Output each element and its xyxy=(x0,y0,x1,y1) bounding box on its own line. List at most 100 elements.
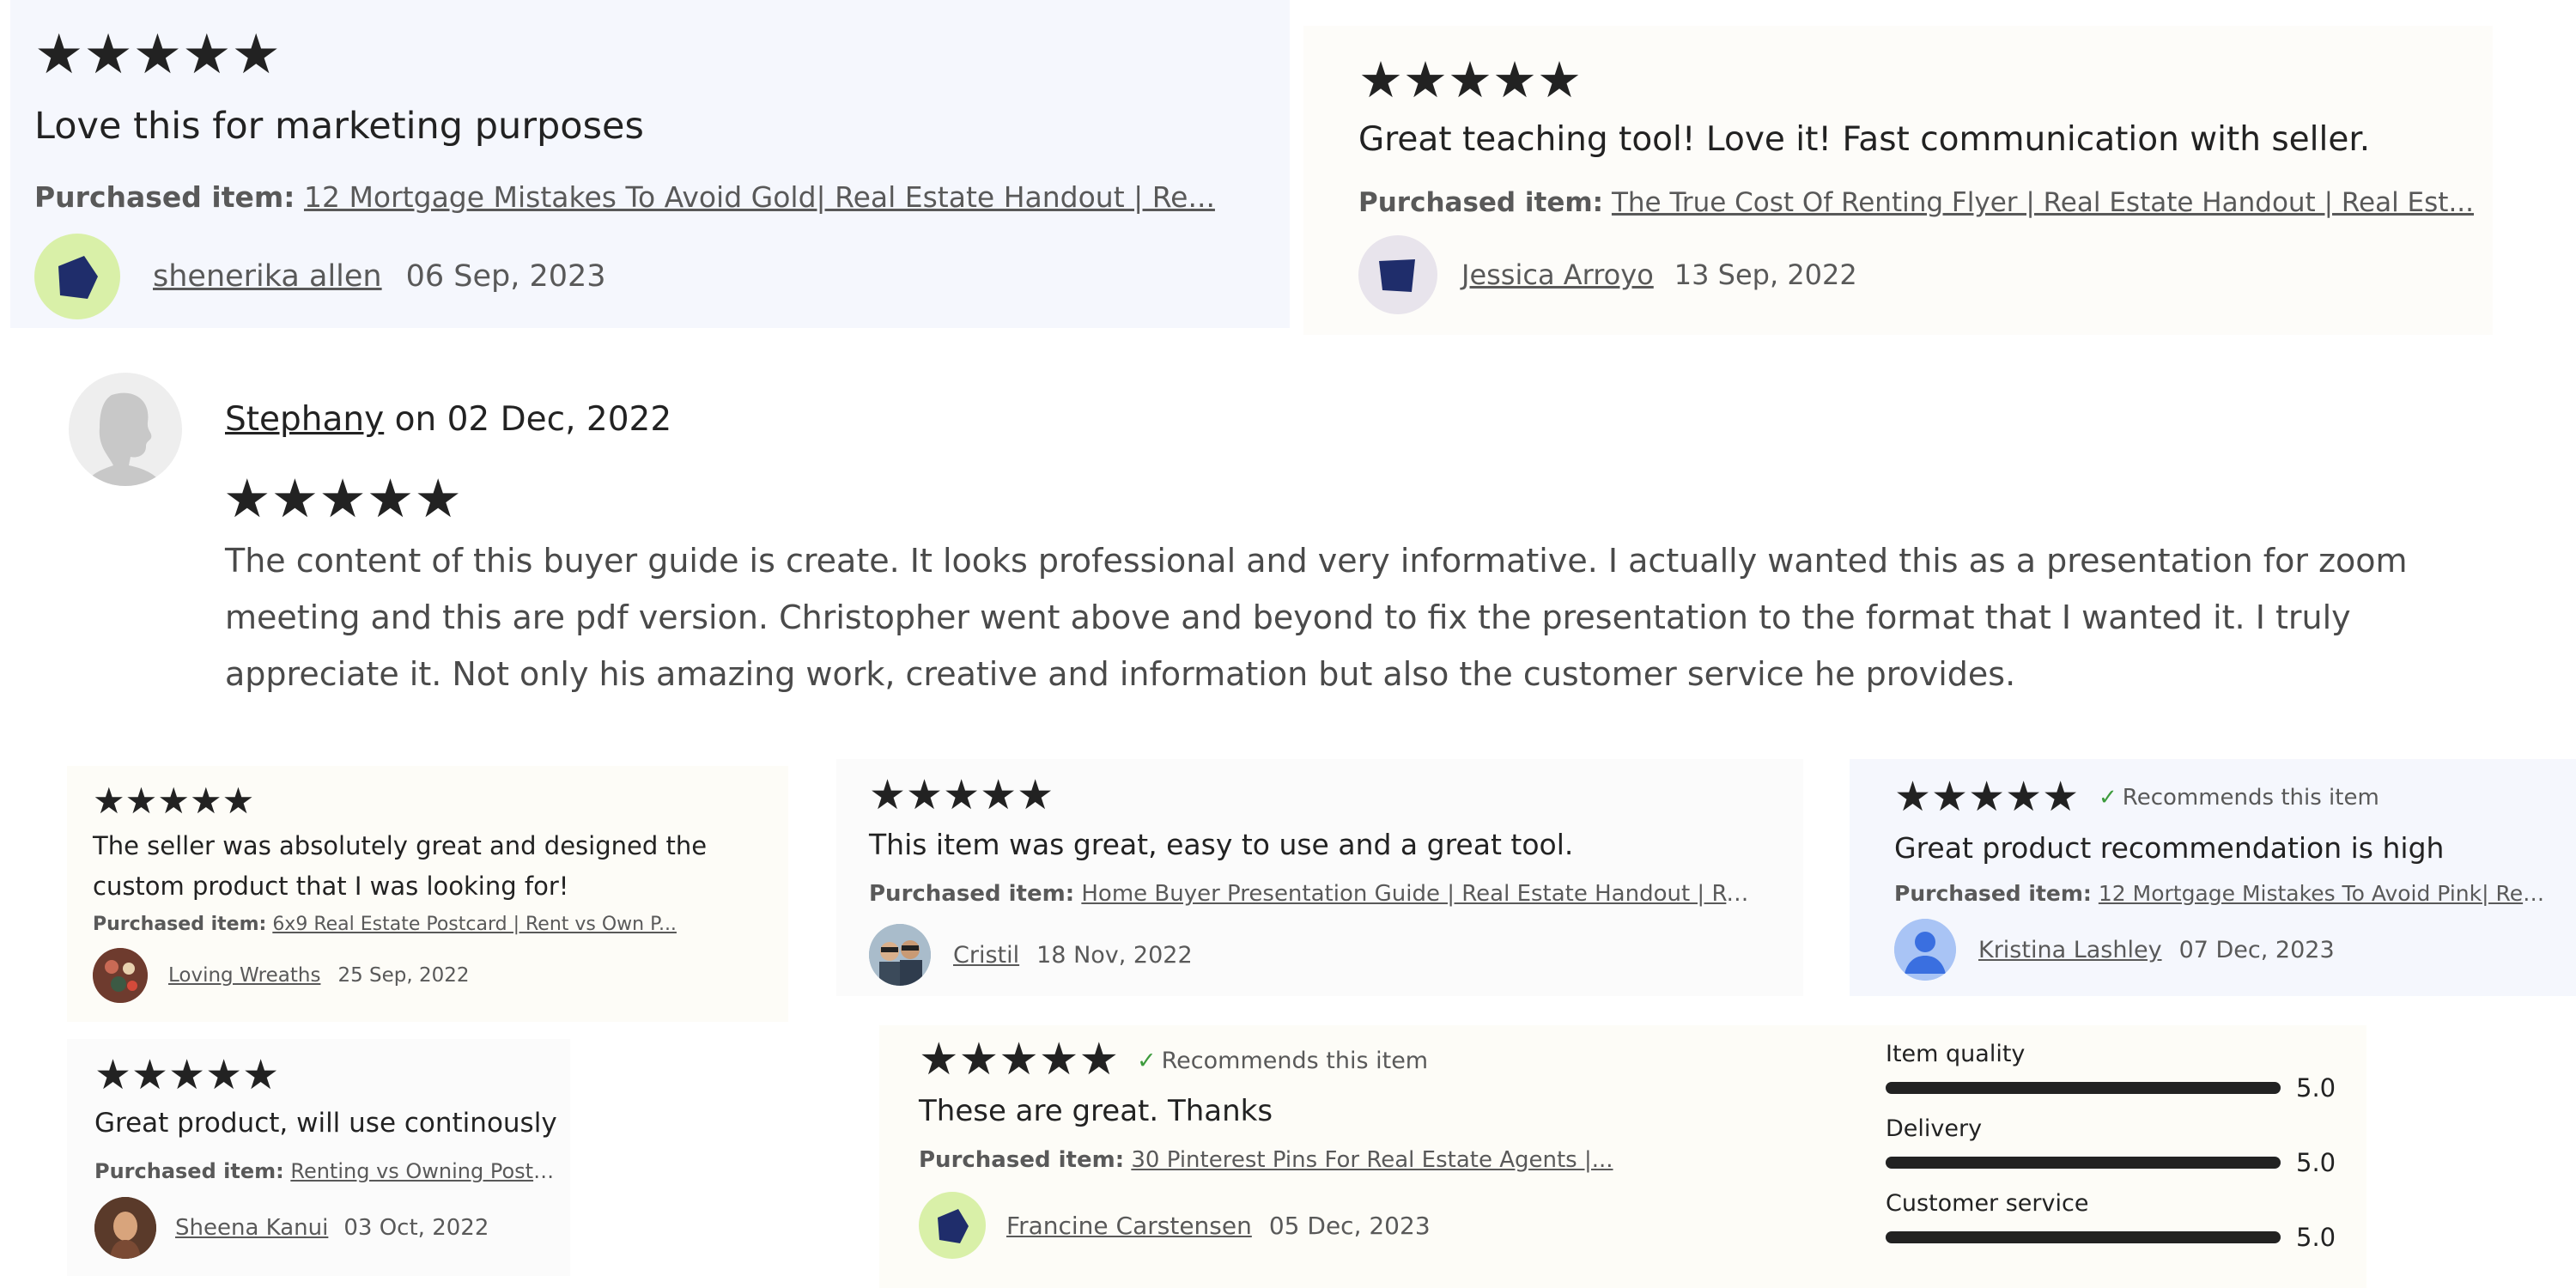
purchased-item: Purchased item: 12 Mortgage Mistakes To … xyxy=(1894,881,2547,906)
review-card-6: ✓ Recommends this item Great product rec… xyxy=(1850,759,2576,996)
purchased-item: Purchased item: 12 Mortgage Mistakes To … xyxy=(34,180,1271,214)
star-icon xyxy=(980,775,1017,816)
star-icon xyxy=(1448,55,1492,105)
star-icon xyxy=(93,783,125,819)
reviewer-name[interactable]: Cristil xyxy=(953,942,1019,969)
review-title: Great product, will use continously xyxy=(94,1108,557,1139)
rating-value: 5.0 xyxy=(2296,1223,2336,1252)
review-date: 05 Dec, 2023 xyxy=(1268,1211,1431,1240)
reviewer-name[interactable]: Francine Carstensen xyxy=(1006,1212,1252,1240)
star-icon xyxy=(131,1054,168,1096)
reviewer-name[interactable]: Kristina Lashley xyxy=(1978,937,2162,963)
star-rating xyxy=(94,1054,279,1096)
star-rating xyxy=(919,1037,1119,1082)
rating-row-item-quality: Item quality 5.0 xyxy=(1886,1041,2336,1109)
star-icon xyxy=(271,472,319,526)
purchased-item-link[interactable]: Home Buyer Presentation Guide | Real Est… xyxy=(1081,881,1762,907)
purchased-item-link[interactable]: The True Cost Of Renting Flyer | Real Es… xyxy=(1612,187,2474,218)
rating-bar-track xyxy=(1886,1231,2281,1243)
pentagon-avatar-icon xyxy=(919,1192,986,1259)
star-icon xyxy=(133,27,182,82)
checkmark-icon: ✓ xyxy=(1137,1048,1157,1074)
purchased-label: Purchased item: xyxy=(919,1147,1125,1173)
reviewer-name[interactable]: Sheena Kanui xyxy=(175,1215,328,1241)
purchased-item-link[interactable]: 6x9 Real Estate Postcard | Rent vs Own P… xyxy=(272,914,677,935)
review-card-3: Stephany on 02 Dec, 2022 The content of … xyxy=(52,361,2490,721)
purchased-item-link[interactable]: Renting vs Owning Postcard xyxy=(290,1159,558,1183)
rating-label: Delivery xyxy=(1886,1115,1983,1142)
couple-photo-avatar xyxy=(869,924,931,986)
purchased-item: Purchased item: 6x9 Real Estate Postcard… xyxy=(93,914,685,935)
purchased-label: Purchased item: xyxy=(1358,187,1604,218)
star-icon xyxy=(919,1037,959,1082)
pentagon-avatar-icon xyxy=(34,234,120,319)
star-icon xyxy=(367,472,415,526)
star-icon xyxy=(906,775,943,816)
star-icon xyxy=(223,472,271,526)
purchased-item-link[interactable]: 12 Mortgage Mistakes To Avoid Gold| Real… xyxy=(304,180,1215,214)
star-icon xyxy=(232,27,281,82)
purchased-label: Purchased item: xyxy=(869,881,1075,907)
purchased-item: Purchased item: 30 Pinterest Pins For Re… xyxy=(919,1147,1623,1173)
rating-value: 5.0 xyxy=(2296,1148,2336,1177)
star-icon xyxy=(2005,776,2042,817)
review-title: Great product recommendation is high xyxy=(1894,831,2445,865)
review-date: 03 Oct, 2022 xyxy=(343,1215,489,1241)
star-icon xyxy=(125,783,158,819)
reviewer-meta: Cristil 18 Nov, 2022 xyxy=(869,924,1193,986)
purchased-item-link[interactable]: 12 Mortgage Mistakes To Avoid Pink| Real… xyxy=(2099,881,2547,906)
reviewer-name[interactable]: shenerika allen xyxy=(153,259,382,294)
person-avatar-icon xyxy=(1894,919,1956,981)
reviewer-name[interactable]: Stephany xyxy=(225,400,384,439)
review-card-2: Great teaching tool! Love it! Fast commu… xyxy=(1303,26,2493,335)
review-title: This item was great, easy to use and a g… xyxy=(869,828,1574,861)
star-icon xyxy=(168,1054,205,1096)
star-icon xyxy=(1017,775,1054,816)
rating-bar-fill xyxy=(1886,1231,2281,1243)
purchased-item-link[interactable]: 30 Pinterest Pins For Real Estate Agents… xyxy=(1131,1147,1613,1173)
review-card-1: Love this for marketing purposes Purchas… xyxy=(10,0,1290,328)
star-icon xyxy=(2042,776,2079,817)
star-icon xyxy=(1403,55,1448,105)
reviewer-meta: Jessica Arroyo 13 Sep, 2022 xyxy=(1358,235,1857,314)
purchased-label: Purchased item: xyxy=(1894,881,2092,906)
rating-bar-track xyxy=(1886,1157,2281,1169)
star-icon xyxy=(1039,1037,1079,1082)
star-icon xyxy=(1492,55,1537,105)
review-title: These are great. Thanks xyxy=(919,1094,1273,1128)
star-icon xyxy=(1968,776,2005,817)
rating-label: Customer service xyxy=(1886,1190,2089,1217)
star-rating xyxy=(869,775,1054,816)
review-date: 25 Sep, 2022 xyxy=(337,964,470,987)
review-title: Love this for marketing purposes xyxy=(34,105,644,148)
reviewer-meta: shenerika allen 06 Sep, 2023 xyxy=(34,234,606,319)
star-icon xyxy=(869,775,906,816)
recommends-label: Recommends this item xyxy=(2122,785,2379,811)
star-icon xyxy=(157,783,190,819)
star-rating xyxy=(1358,55,1582,105)
review-date: 13 Sep, 2022 xyxy=(1674,258,1857,291)
review-date: 06 Sep, 2023 xyxy=(405,259,606,294)
reviewer-meta: Francine Carstensen 05 Dec, 2023 xyxy=(919,1192,1431,1259)
star-icon xyxy=(999,1037,1039,1082)
star-icon xyxy=(414,472,462,526)
rating-bar-track xyxy=(1886,1082,2281,1094)
review-card-7: Great product, will use continously Purc… xyxy=(67,1039,570,1276)
reviewer-name[interactable]: Jessica Arroyo xyxy=(1461,258,1654,291)
star-icon xyxy=(83,27,132,82)
reviewer-name[interactable]: Loving Wreaths xyxy=(168,964,320,987)
woman-photo-avatar xyxy=(94,1197,156,1259)
rating-bar-fill xyxy=(1886,1157,2281,1169)
review-card-8: ✓ Recommends this item These are great. … xyxy=(879,1025,2366,1288)
star-icon xyxy=(1931,776,1968,817)
rating-label: Item quality xyxy=(1886,1041,2026,1067)
review-date: on 02 Dec, 2022 xyxy=(384,400,672,439)
star-rating xyxy=(1894,776,2079,817)
purchased-label: Purchased item: xyxy=(34,180,295,214)
ratings-breakdown: Item quality 5.0 Delivery 5.0 Customer s… xyxy=(1886,1041,2336,1281)
reviewer-meta: Loving Wreaths 25 Sep, 2022 xyxy=(93,948,470,1003)
recommends-label: Recommends this item xyxy=(1161,1048,1429,1074)
review-card-4: The seller was absolutely great and desi… xyxy=(67,766,788,1022)
reviewer-meta: Kristina Lashley 07 Dec, 2023 xyxy=(1894,919,2335,981)
review-date: 18 Nov, 2022 xyxy=(1036,941,1193,969)
